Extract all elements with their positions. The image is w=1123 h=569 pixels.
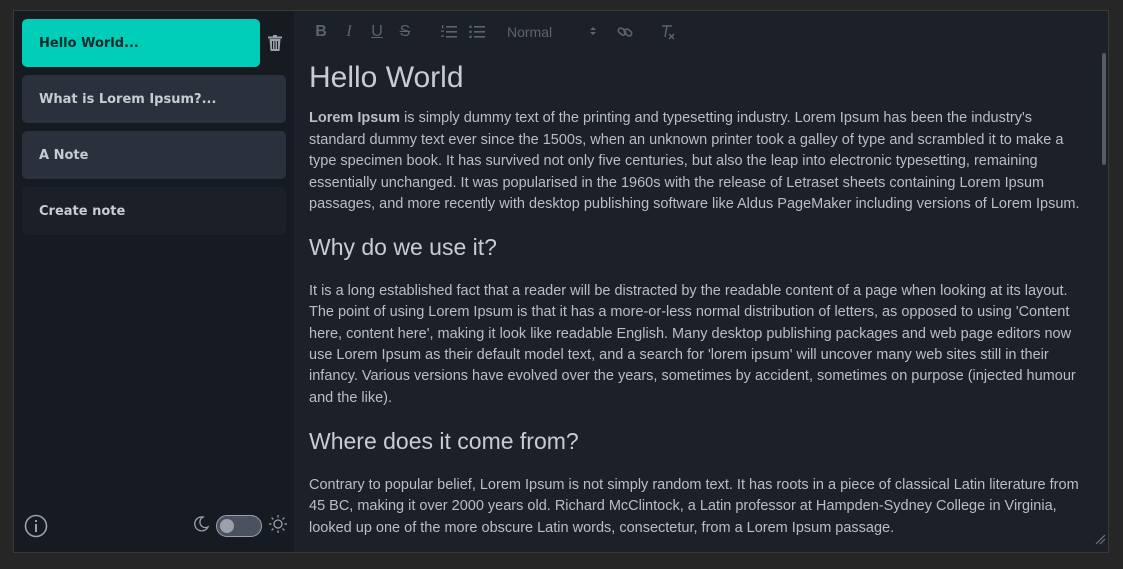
sun-icon xyxy=(268,514,288,539)
note-item[interactable]: What is Lorem Ipsum?... xyxy=(22,75,286,123)
note-row: A Note xyxy=(22,131,286,179)
trash-icon[interactable] xyxy=(266,34,284,52)
ordered-list-icon[interactable] xyxy=(437,20,461,44)
section-heading: Why do we use it? xyxy=(309,234,497,261)
note-item[interactable]: A Note xyxy=(22,131,286,179)
info-icon[interactable] xyxy=(24,514,48,543)
section-heading: Where does it come from? xyxy=(309,428,579,455)
select-arrows-icon xyxy=(589,24,597,40)
note-row: Create note xyxy=(22,187,286,235)
theme-switch-group xyxy=(192,512,288,540)
theme-toggle[interactable] xyxy=(216,515,262,537)
heading-select-value: Normal xyxy=(507,24,553,40)
editor-content[interactable]: Hello World Lorem Ipsum is simply dummy … xyxy=(309,53,1084,552)
paragraph: Lorem Ipsum is simply dummy text of the … xyxy=(309,108,1084,215)
scrollbar-thumb[interactable] xyxy=(1102,53,1106,165)
underline-icon[interactable]: U xyxy=(365,20,389,44)
paragraph: Contrary to popular belief, Lorem Ipsum … xyxy=(309,476,1079,536)
editor-pane: B I U S Normal Hello World Lorem Ipsum i… xyxy=(294,11,1108,552)
app-window: Hello World... What is Lorem Ipsum?... A… xyxy=(13,10,1109,553)
link-icon[interactable] xyxy=(613,20,637,44)
bullet-list-icon[interactable] xyxy=(465,20,489,44)
editor-toolbar: B I U S Normal xyxy=(294,11,1108,53)
note-item-active[interactable]: Hello World... xyxy=(22,19,260,67)
clear-format-icon[interactable] xyxy=(655,20,679,44)
strike-icon[interactable]: S xyxy=(393,20,417,44)
paragraph: It is a long established fact that a rea… xyxy=(309,282,1076,406)
heading-select[interactable]: Normal xyxy=(507,24,597,40)
toggle-knob xyxy=(220,519,234,533)
italic-icon[interactable]: I xyxy=(337,20,361,44)
note-row: What is Lorem Ipsum?... xyxy=(22,75,286,123)
create-note-button[interactable]: Create note xyxy=(22,187,286,235)
sidebar: Hello World... What is Lorem Ipsum?... A… xyxy=(14,11,294,552)
paragraph-text: is simply dummy text of the printing and… xyxy=(309,110,1080,213)
moon-icon xyxy=(192,515,210,538)
document-title: Hello World xyxy=(309,61,464,94)
bold-text: Lorem Ipsum xyxy=(309,110,401,127)
resize-grip-icon[interactable] xyxy=(1094,532,1106,550)
note-row: Hello World... xyxy=(22,19,284,67)
sidebar-footer xyxy=(14,512,294,540)
bold-icon[interactable]: B xyxy=(309,20,333,44)
